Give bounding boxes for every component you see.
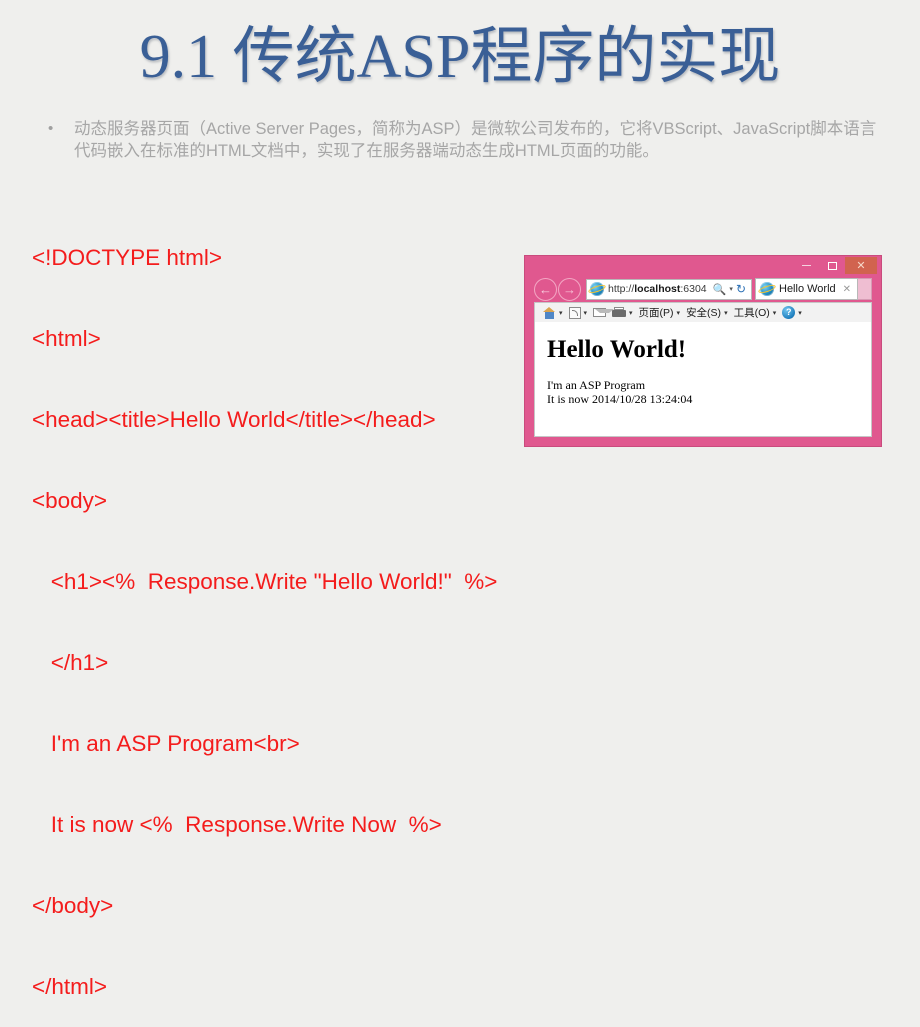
chevron-down-icon[interactable]: ▾ — [677, 309, 681, 317]
home-button[interactable]: ▾ — [541, 306, 565, 319]
menu-page[interactable]: 页面(P) ▾ — [637, 305, 683, 320]
mail-button[interactable] — [591, 308, 615, 317]
page-line-2: It is now 2014/10/28 13:24:04 — [547, 391, 693, 406]
code-line: It is now <% Response.Write Now %> — [32, 812, 442, 837]
help-icon: ? — [782, 306, 796, 319]
url-text: http://localhost:6304 — [608, 283, 712, 295]
command-bar: ▾ ▾ ▾ 页面(P) ▾ 安全(S) ▾ 工具(O) ▾ ? ▾ — [534, 302, 872, 323]
bullet-marker: • — [48, 120, 54, 137]
rss-icon — [568, 306, 581, 319]
maximize-button[interactable] — [819, 257, 845, 274]
chevron-down-icon[interactable]: ▾ — [559, 309, 563, 317]
code-line: </h1> — [32, 650, 109, 675]
refresh-icon[interactable]: ↻ — [736, 282, 746, 296]
menu-safety-label: 安全(S) — [686, 307, 722, 319]
code-line: </body> — [32, 893, 114, 918]
minimize-icon — [801, 265, 811, 266]
address-bar[interactable]: http://localhost:6304 🔍 ▾ ↻ — [586, 278, 752, 300]
url-scheme: http:// — [608, 283, 635, 295]
close-icon[interactable]: ✕ — [843, 284, 853, 295]
search-icon[interactable]: 🔍 — [713, 283, 727, 296]
tab-hello-world[interactable]: Hello World ✕ — [755, 278, 858, 300]
code-line: <h1><% Response.Write "Hello World!" %> — [32, 569, 498, 594]
bullet-text: 动态服务器页面（Active Server Pages，简称为ASP）是微软公司… — [74, 120, 877, 160]
maximize-icon — [827, 261, 837, 270]
help-button[interactable]: ? ▾ — [780, 306, 804, 319]
page-viewport: Hello World! I'm an ASP Program It is no… — [534, 322, 872, 437]
window-controls: ✕ — [793, 257, 877, 274]
code-listing: <!DOCTYPE html> <html> <head><title>Hell… — [32, 190, 497, 1027]
back-button[interactable]: ← — [534, 277, 557, 301]
chevron-down-icon[interactable]: ▾ — [724, 309, 728, 317]
tab-strip: Hello World ✕ — [755, 278, 872, 300]
chevron-down-icon[interactable]: ▾ — [629, 309, 633, 317]
code-line: I'm an ASP Program<br> — [32, 731, 300, 756]
tab-label: Hello World — [779, 283, 836, 295]
home-icon — [543, 306, 556, 319]
new-tab-button[interactable] — [858, 278, 872, 300]
chevron-down-icon[interactable]: ▾ — [584, 309, 588, 317]
browser-window: ✕ ← → http://localhost:6304 🔍 ▾ ↻ Hello … — [524, 255, 882, 447]
page-title: 9.1 传统ASP程序的实现 — [139, 23, 781, 91]
browser-frame: ✕ ← → http://localhost:6304 🔍 ▾ ↻ Hello … — [534, 257, 877, 437]
code-line: <html> — [32, 326, 101, 351]
code-line: <head><title>Hello World</title></head> — [32, 407, 436, 432]
code-line: <body> — [32, 488, 108, 513]
menu-tools[interactable]: 工具(O) ▾ — [732, 305, 779, 320]
print-button[interactable]: ▾ — [610, 307, 635, 318]
internet-explorer-icon — [590, 282, 604, 296]
url-host: localhost — [634, 283, 681, 295]
internet-explorer-icon — [760, 282, 774, 296]
url-port: :6304 — [680, 283, 707, 295]
menu-tools-label: 工具(O) — [733, 307, 770, 319]
bullet-paragraph: • 动态服务器页面（Active Server Pages，简称为ASP）是微软… — [40, 118, 888, 162]
feeds-button[interactable]: ▾ — [567, 306, 590, 319]
chevron-down-icon[interactable]: ▾ — [798, 309, 802, 317]
mail-icon — [593, 308, 615, 317]
navigation-row: ← → http://localhost:6304 🔍 ▾ ↻ Hello Wo… — [534, 277, 872, 301]
page-heading: Hello World! — [547, 336, 687, 363]
code-line: <!DOCTYPE html> — [32, 245, 223, 270]
print-icon — [612, 307, 627, 318]
code-line: </html> — [32, 974, 108, 999]
minimize-button[interactable] — [793, 257, 819, 274]
close-button[interactable]: ✕ — [845, 257, 877, 274]
page-line-1: I'm an ASP Program — [547, 377, 646, 392]
forward-button[interactable]: → — [558, 277, 581, 301]
menu-page-label: 页面(P) — [638, 307, 674, 319]
chevron-down-icon[interactable]: ▾ — [773, 309, 777, 317]
chevron-down-icon[interactable]: ▾ — [729, 285, 733, 293]
menu-safety[interactable]: 安全(S) ▾ — [684, 305, 730, 320]
